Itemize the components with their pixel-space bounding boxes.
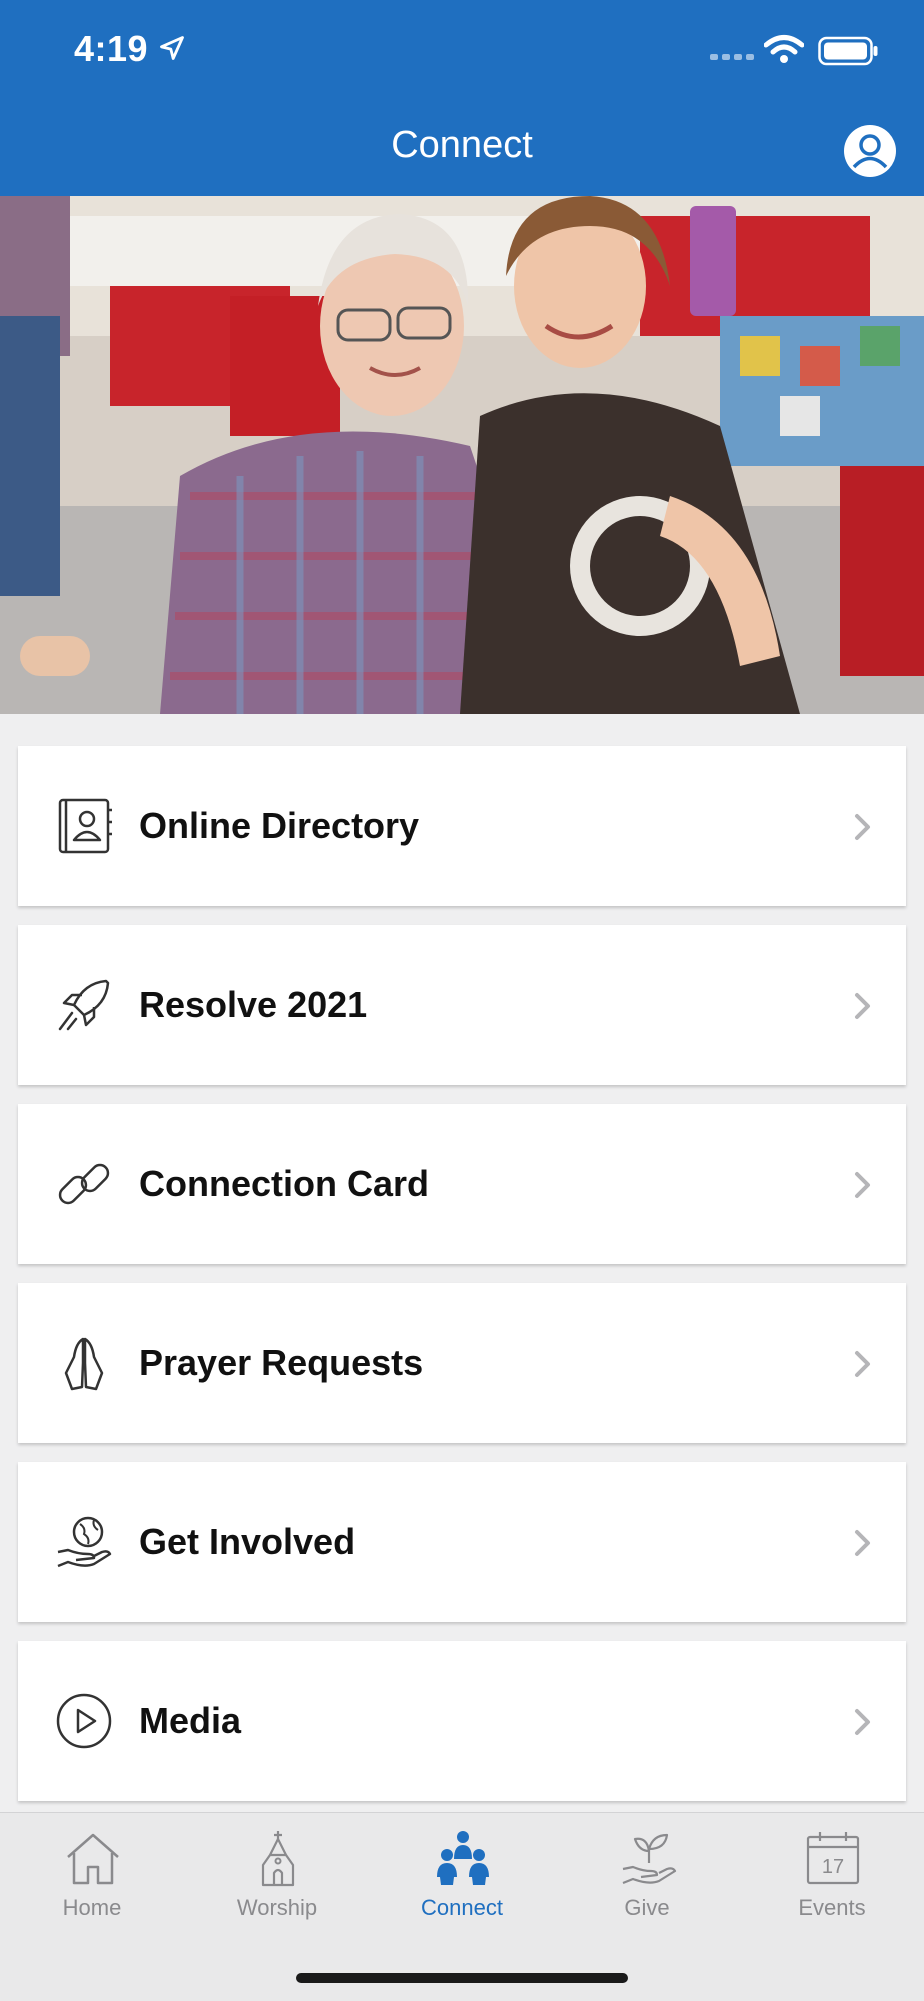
chevron-right-icon [855, 814, 870, 840]
play-icon [56, 1693, 112, 1749]
app-header: 4:19 Connect [0, 0, 924, 196]
menu-item-online-directory[interactable]: Online Directory [18, 746, 906, 906]
chevron-right-icon [855, 993, 870, 1019]
home-indicator[interactable] [296, 1973, 628, 1983]
menu-item-label: Media [139, 1700, 242, 1741]
location-arrow-icon [160, 36, 184, 60]
menu-item-label: Get Involved [139, 1521, 356, 1562]
home-icon [67, 1833, 119, 1885]
people-icon [437, 1831, 489, 1885]
tab-label: Worship [236, 1895, 318, 1920]
chevron-right-icon [855, 1172, 870, 1198]
praying-hands-icon [64, 1337, 104, 1391]
calendar-day: 17 [822, 1856, 844, 1878]
page-title: Connect [391, 124, 533, 166]
cellular-signal-icon [710, 54, 754, 60]
menu-item-connection-card[interactable]: Connection Card [18, 1104, 906, 1264]
menu-item-label: Online Directory [139, 805, 420, 846]
menu-item-prayer-requests[interactable]: Prayer Requests [18, 1283, 906, 1443]
menu-item-label: Prayer Requests [139, 1342, 424, 1383]
menu-item-label: Connection Card [139, 1163, 430, 1204]
tab-events[interactable]: 17 Events [740, 1813, 924, 1943]
chevron-right-icon [855, 1530, 870, 1556]
link-icon [58, 1163, 110, 1205]
tab-label: Events [798, 1895, 866, 1920]
battery-icon [818, 36, 878, 66]
tab-label: Home [62, 1895, 122, 1920]
menu-item-get-involved[interactable]: Get Involved [18, 1462, 906, 1622]
calendar-icon: 17 [806, 1832, 860, 1885]
tab-label: Connect [421, 1895, 503, 1920]
tab-connect[interactable]: Connect [370, 1813, 554, 1943]
church-icon [261, 1831, 295, 1887]
globe-hand-icon [57, 1516, 112, 1568]
menu-item-label: Resolve 2021 [139, 984, 368, 1025]
tab-label: Give [624, 1895, 670, 1920]
tab-give[interactable]: Give [555, 1813, 739, 1943]
menu-item-resolve-2021[interactable]: Resolve 2021 [18, 925, 906, 1085]
chevron-right-icon [855, 1351, 870, 1377]
plant-hand-icon [622, 1833, 677, 1885]
profile-icon[interactable] [843, 124, 897, 178]
menu-item-media[interactable]: Media [18, 1641, 906, 1801]
rocket-icon [58, 979, 110, 1031]
wifi-icon [764, 35, 804, 63]
directory-icon [58, 798, 112, 854]
tab-home[interactable]: Home [0, 1813, 184, 1943]
status-time: 4:19 [74, 28, 149, 69]
hero-photo [0, 196, 924, 714]
tab-worship[interactable]: Worship [185, 1813, 369, 1943]
chevron-right-icon [855, 1709, 870, 1735]
